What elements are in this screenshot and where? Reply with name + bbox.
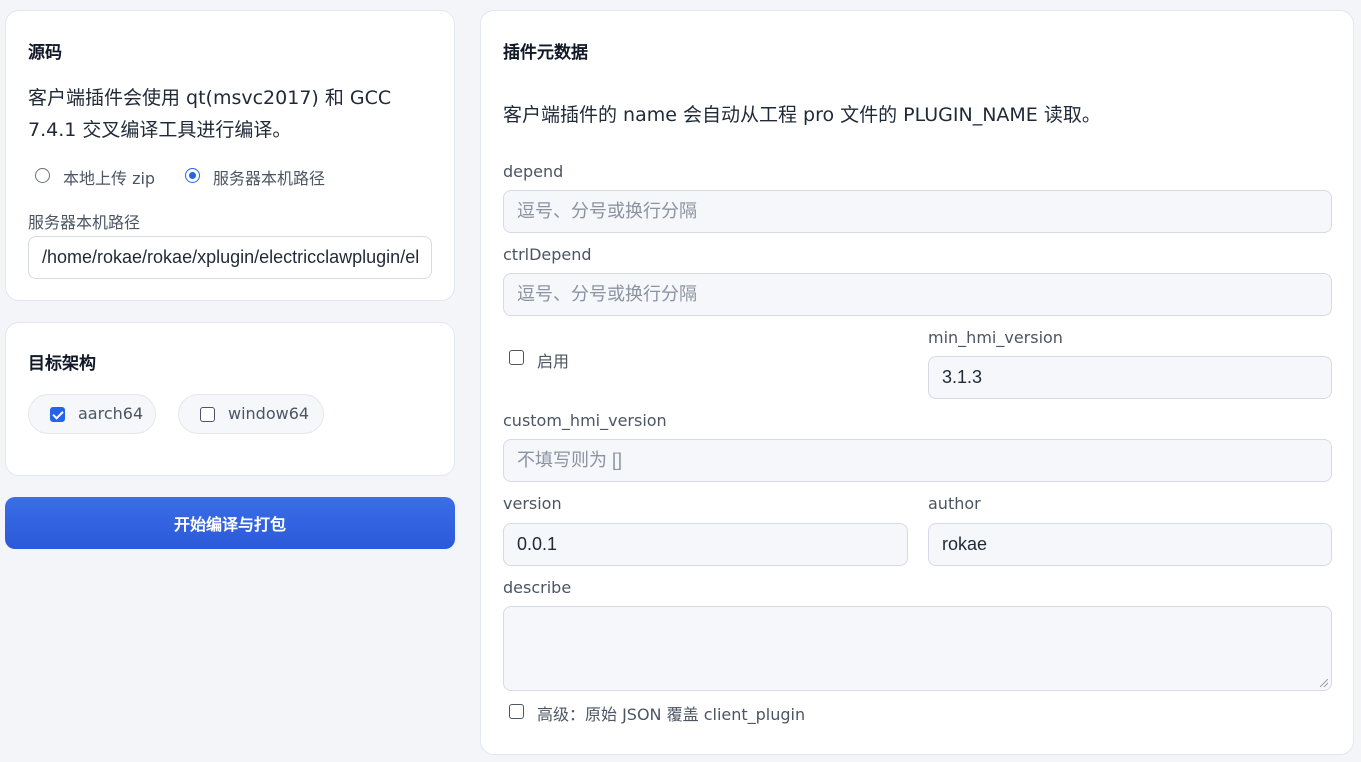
radio-local-zip-indicator[interactable] <box>35 168 50 183</box>
source-title: 源码 <box>28 43 62 63</box>
radio-local-zip-label: 本地上传 zip <box>63 169 156 188</box>
version-input[interactable] <box>503 523 908 566</box>
server-path-input[interactable] <box>28 236 432 279</box>
describe-label: describe <box>503 578 572 597</box>
advanced-json-label: 高级：原始 JSON 覆盖 client_plugin <box>537 705 806 724</box>
radio-server-path-indicator[interactable] <box>185 168 200 183</box>
plugin-meta-card: 插件元数据 客户端插件的 name 会自动从工程 pro 文件的 PLUGIN_… <box>480 10 1354 755</box>
arch-window64-checkbox[interactable] <box>200 407 215 422</box>
plugin-meta-description: 客户端插件的 name 会自动从工程 pro 文件的 PLUGIN_NAME 读… <box>503 104 1101 126</box>
custom-hmi-version-input[interactable] <box>503 439 1332 482</box>
describe-textarea-wrap <box>503 606 1332 691</box>
min-hmi-version-input[interactable] <box>928 356 1332 399</box>
custom-hmi-version-label: custom_hmi_version <box>503 411 667 430</box>
author-label: author <box>928 494 981 513</box>
arch-aarch64-label: aarch64 <box>78 404 144 423</box>
enable-checkbox[interactable] <box>509 350 524 365</box>
target-arch-card: 目标架构 aarch64 window64 <box>5 322 455 476</box>
plugin-meta-title: 插件元数据 <box>503 43 588 63</box>
min-hmi-version-label: min_hmi_version <box>928 328 1063 347</box>
radio-server-path-label: 服务器本机路径 <box>213 169 326 188</box>
source-description: 客户端插件会使用 qt(msvc2017) 和 GCC 7.4.1 交叉编译工具… <box>28 87 392 141</box>
depend-input[interactable] <box>503 190 1332 233</box>
describe-textarea[interactable] <box>503 606 1332 691</box>
ctrl-depend-input[interactable] <box>503 273 1332 316</box>
build-package-button[interactable]: 开始编译与打包 <box>5 497 455 549</box>
version-label: version <box>503 494 562 513</box>
resize-grip-icon[interactable] <box>1320 679 1328 687</box>
enable-label: 启用 <box>537 352 570 371</box>
ctrl-depend-label: ctrlDepend <box>503 245 592 264</box>
advanced-json-checkbox[interactable] <box>509 704 524 719</box>
depend-label: depend <box>503 162 564 181</box>
source-card: 源码 客户端插件会使用 qt(msvc2017) 和 GCC 7.4.1 交叉编… <box>5 10 455 301</box>
server-path-label: 服务器本机路径 <box>28 213 141 232</box>
arch-window64-label: window64 <box>228 404 310 423</box>
arch-aarch64-option[interactable]: aarch64 <box>28 394 156 434</box>
arch-aarch64-checkbox[interactable] <box>50 407 65 422</box>
author-input[interactable] <box>928 523 1332 566</box>
target-arch-title: 目标架构 <box>28 354 96 374</box>
arch-window64-option[interactable]: window64 <box>178 394 324 434</box>
